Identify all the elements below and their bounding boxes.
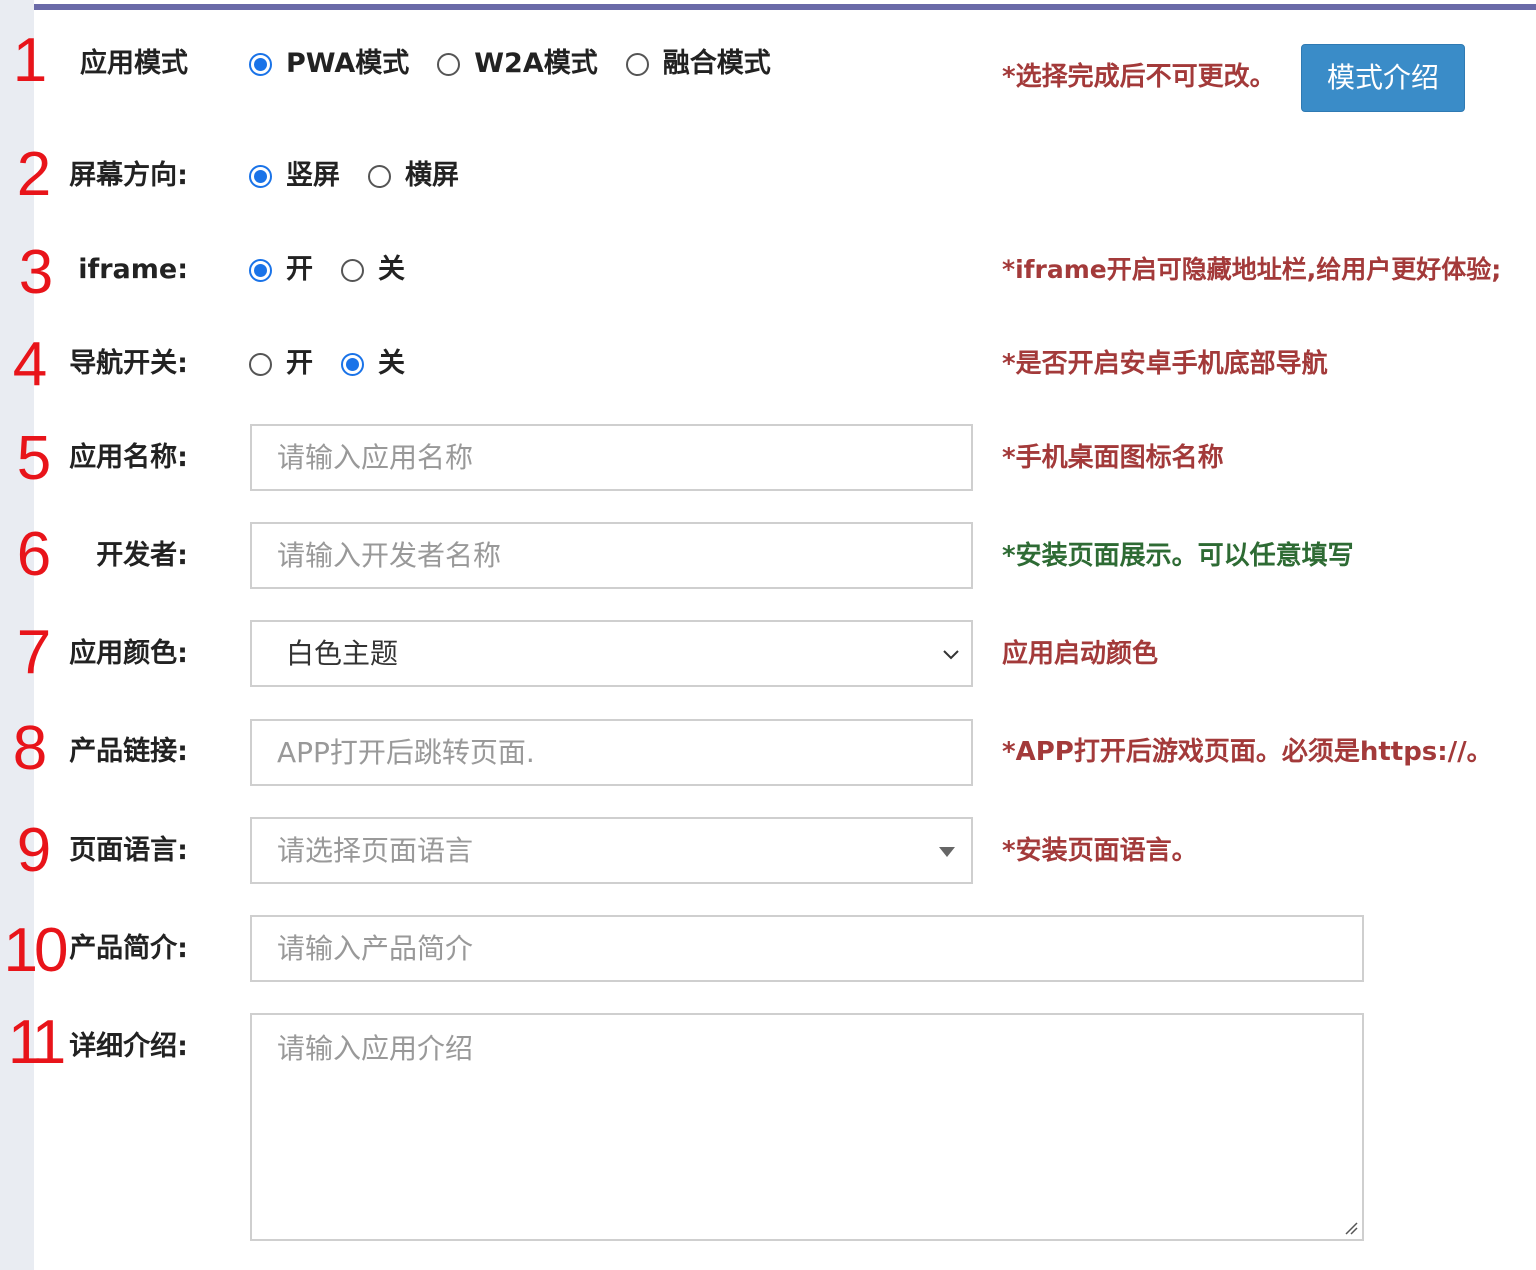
orientation-option-landscape[interactable]: 横屏 xyxy=(368,159,459,193)
radio-iframe-on[interactable] xyxy=(249,258,272,282)
app-name-input[interactable]: 请输入应用名称 xyxy=(250,424,973,491)
mode-option-pwa-label: PWA模式 xyxy=(286,48,410,79)
iframe-hint: *iframe开启可隐藏地址栏,给用户更好体验; xyxy=(1002,255,1502,284)
radio-landscape[interactable] xyxy=(368,164,391,188)
language-select-placeholder: 请选择页面语言 xyxy=(277,834,474,867)
link-input[interactable]: APP打开后跳转页面. xyxy=(250,719,973,786)
row-number-9: 9 xyxy=(16,816,52,885)
nav-option-on-label: 开 xyxy=(286,348,313,379)
orientation-radio-group: 竖屏 横屏 xyxy=(249,159,487,193)
row-number-10: 10 xyxy=(3,916,69,985)
radio-hybrid[interactable] xyxy=(625,52,649,76)
developer-label: 开发者: xyxy=(96,540,188,571)
developer-input[interactable]: 请输入开发者名称 xyxy=(250,522,973,589)
row-number-7: 7 xyxy=(16,618,52,687)
radio-portrait[interactable] xyxy=(249,164,272,188)
mode-option-hybrid-label: 融合模式 xyxy=(662,48,771,79)
summary-input[interactable]: 请输入产品简介 xyxy=(250,915,1364,982)
radio-nav-off[interactable] xyxy=(341,352,364,376)
orientation-option-portrait-label: 竖屏 xyxy=(286,160,340,191)
iframe-option-off[interactable]: 关 xyxy=(341,253,405,287)
developer-hint: *安装页面展示。可以任意填写 xyxy=(1002,541,1354,571)
row-number-6: 6 xyxy=(16,520,52,589)
caret-down-icon xyxy=(939,847,955,857)
color-select[interactable]: 白色主题 xyxy=(250,620,973,687)
mode-label: 应用模式 xyxy=(80,48,188,79)
nav-radio-group: 开 关 xyxy=(249,347,433,381)
nav-label: 导航开关: xyxy=(69,348,188,379)
mode-option-w2a-label: W2A模式 xyxy=(474,48,598,79)
language-hint: *安装页面语言。 xyxy=(1002,836,1198,866)
radio-w2a[interactable] xyxy=(437,52,461,76)
mode-hint: *选择完成后不可更改。 xyxy=(1002,62,1276,92)
link-label: 产品链接: xyxy=(69,736,188,767)
nav-hint: *是否开启安卓手机底部导航 xyxy=(1002,349,1328,379)
orientation-option-landscape-label: 横屏 xyxy=(405,160,459,191)
iframe-label: iframe: xyxy=(78,254,188,285)
color-label: 应用颜色: xyxy=(69,638,188,669)
detail-placeholder: 请输入应用介绍 xyxy=(277,1032,474,1065)
language-select[interactable]: 请选择页面语言 xyxy=(250,817,973,884)
row-number-2: 2 xyxy=(16,140,52,209)
mode-option-hybrid[interactable]: 融合模式 xyxy=(625,47,771,81)
iframe-option-on-label: 开 xyxy=(286,254,313,285)
nav-option-off[interactable]: 关 xyxy=(341,347,405,381)
row-number-8: 8 xyxy=(12,714,48,783)
orientation-label: 屏幕方向: xyxy=(69,160,188,191)
summary-label: 产品简介: xyxy=(69,933,188,964)
radio-pwa[interactable] xyxy=(249,52,272,76)
row-number-4: 4 xyxy=(12,330,48,399)
chevron-down-icon xyxy=(943,650,959,660)
iframe-radio-group: 开 关 xyxy=(249,253,433,287)
mode-option-pwa[interactable]: PWA模式 xyxy=(249,47,409,81)
iframe-option-off-label: 关 xyxy=(378,254,405,285)
radio-iframe-off[interactable] xyxy=(341,258,364,282)
radio-nav-on[interactable] xyxy=(249,352,272,376)
app-name-label: 应用名称: xyxy=(69,442,188,473)
top-accent-bar xyxy=(34,4,1536,10)
row-number-11: 11 xyxy=(7,1008,66,1077)
link-hint: *APP打开后游戏页面。必须是https://。 xyxy=(1002,737,1493,767)
language-label: 页面语言: xyxy=(69,835,188,866)
nav-option-on[interactable]: 开 xyxy=(249,347,313,381)
mode-radio-group: PWA模式 W2A模式 融合模式 xyxy=(249,47,799,81)
detail-label: 详细介绍: xyxy=(69,1031,188,1062)
resize-grip-icon[interactable] xyxy=(1342,1219,1358,1235)
mode-intro-button[interactable]: 模式介绍 xyxy=(1301,44,1465,112)
app-name-hint: *手机桌面图标名称 xyxy=(1002,443,1224,473)
row-number-5: 5 xyxy=(16,424,52,493)
nav-option-off-label: 关 xyxy=(378,348,405,379)
orientation-option-portrait[interactable]: 竖屏 xyxy=(249,159,340,193)
detail-textarea[interactable]: 请输入应用介绍 xyxy=(250,1013,1364,1241)
iframe-option-on[interactable]: 开 xyxy=(249,253,313,287)
row-number-1: 1 xyxy=(12,26,48,95)
color-hint: 应用启动颜色 xyxy=(1002,639,1159,669)
mode-option-w2a[interactable]: W2A模式 xyxy=(437,47,598,81)
row-number-3: 3 xyxy=(18,238,54,307)
color-select-value: 白色主题 xyxy=(286,637,399,670)
